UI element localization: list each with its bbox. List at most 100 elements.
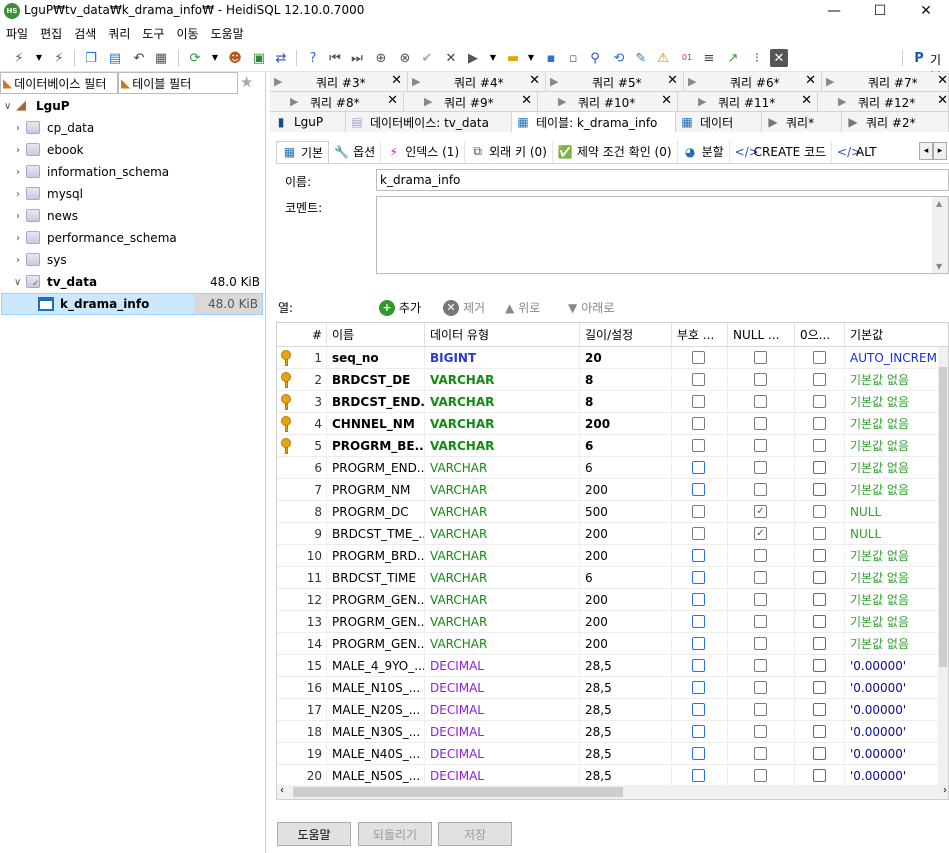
default-value-cell[interactable]: '0.00000': [845, 677, 939, 699]
header-default[interactable]: 기본값: [845, 323, 948, 347]
tab-table[interactable]: ▦ 테이블: k_drama_info: [512, 112, 676, 132]
tab-query-2[interactable]: ▶ 쿼리 #2*: [842, 112, 949, 132]
allow-null-checkbox[interactable]: [754, 703, 767, 716]
scroll-left-icon[interactable]: ◂: [919, 142, 933, 160]
column-name-cell[interactable]: MALE_N10S_...: [327, 677, 425, 699]
table-row[interactable]: 2 BRDCST_DE VARCHAR 8 기본값 없음: [277, 369, 939, 391]
header-allow-null[interactable]: NULL ...: [728, 323, 795, 347]
close-window-icon[interactable]: ✕: [903, 0, 949, 22]
datatype-cell[interactable]: VARCHAR: [425, 589, 580, 611]
close-icon[interactable]: ✕: [661, 93, 672, 108]
subtab-partitions[interactable]: ◕ 분할: [678, 140, 730, 163]
tab-query-4[interactable]: ▶ 쿼리 #4* ✕: [408, 72, 546, 92]
first-icon[interactable]: ⏮: [326, 49, 344, 67]
chevron-down-icon[interactable]: ▼: [30, 49, 48, 67]
datatype-cell[interactable]: BIGINT: [425, 347, 580, 369]
save-icon[interactable]: ▪: [542, 49, 560, 67]
length-cell[interactable]: 500: [580, 501, 672, 523]
unsigned-checkbox[interactable]: [692, 395, 705, 408]
close-icon[interactable]: ✕: [387, 93, 398, 108]
subtab-indexes[interactable]: ⚡ 인덱스 (1): [381, 140, 466, 163]
default-value-cell[interactable]: 기본값 없음: [845, 413, 939, 435]
scroll-thumb[interactable]: [293, 787, 623, 797]
open-folder-icon[interactable]: ▬: [504, 49, 522, 67]
menu-search[interactable]: 검색: [68, 25, 102, 42]
length-cell[interactable]: 200: [580, 611, 672, 633]
binary-icon[interactable]: 01: [678, 49, 696, 67]
unsigned-checkbox[interactable]: [692, 505, 705, 518]
header-unsigned[interactable]: 부호 ...: [672, 323, 728, 347]
table-comment-input[interactable]: ▲ ▼: [376, 196, 949, 274]
unsigned-checkbox[interactable]: [692, 527, 705, 540]
datatype-cell[interactable]: VARCHAR: [425, 545, 580, 567]
length-cell[interactable]: 200: [580, 589, 672, 611]
allow-null-checkbox[interactable]: [754, 351, 767, 364]
table-row[interactable]: 1 seq_no BIGINT 20 AUTO_INCREM: [277, 347, 939, 369]
length-cell[interactable]: 28,5: [580, 721, 672, 743]
scroll-right-icon[interactable]: ▸: [933, 142, 947, 160]
user-manager-icon[interactable]: ☻: [226, 49, 244, 67]
allow-null-checkbox[interactable]: [754, 725, 767, 738]
find-replace-icon[interactable]: ⟲: [610, 49, 628, 67]
zerofill-checkbox[interactable]: [813, 527, 826, 540]
header-length[interactable]: 길이/설정: [580, 323, 672, 347]
copy-icon[interactable]: ❐: [82, 49, 100, 67]
paste-icon[interactable]: ▤: [106, 49, 124, 67]
tree-item-performance-schema[interactable]: › performance_schema: [0, 227, 266, 249]
unsigned-checkbox[interactable]: [692, 681, 705, 694]
more-icon[interactable]: ⁝: [748, 49, 766, 67]
length-cell[interactable]: 8: [580, 369, 672, 391]
header-datatype[interactable]: 데이터 유형: [425, 323, 580, 347]
length-cell[interactable]: 200: [580, 523, 672, 545]
datatype-cell[interactable]: DECIMAL: [425, 677, 580, 699]
scroll-left-icon[interactable]: ‹: [280, 785, 284, 796]
length-cell[interactable]: 200: [580, 479, 672, 501]
columns-grid[interactable]: # 이름 데이터 유형 길이/설정 부호 ... NULL ... 0으... …: [276, 322, 949, 800]
unsigned-checkbox[interactable]: [692, 351, 705, 364]
zerofill-checkbox[interactable]: [813, 571, 826, 584]
datatype-cell[interactable]: DECIMAL: [425, 721, 580, 743]
help-button[interactable]: 도움말: [277, 822, 351, 846]
default-value-cell[interactable]: 기본값 없음: [845, 479, 939, 501]
default-value-cell[interactable]: 기본값 없음: [845, 633, 939, 655]
close-icon[interactable]: ✕: [667, 73, 678, 88]
unsigned-checkbox[interactable]: [692, 571, 705, 584]
length-cell[interactable]: 6: [580, 435, 672, 457]
menu-query[interactable]: 쿼리: [102, 25, 136, 42]
datatype-cell[interactable]: VARCHAR: [425, 457, 580, 479]
favorite-star-icon[interactable]: ★: [240, 73, 253, 91]
tab-query-8[interactable]: ▶ 쿼리 #8* ✕: [270, 92, 404, 112]
close-icon[interactable]: ✕: [391, 73, 402, 88]
zerofill-checkbox[interactable]: [813, 373, 826, 386]
default-value-cell[interactable]: 기본값 없음: [845, 435, 939, 457]
unsigned-checkbox[interactable]: [692, 417, 705, 430]
add-column-button[interactable]: + 추가: [379, 299, 421, 316]
allow-null-checkbox[interactable]: [754, 395, 767, 408]
header-name[interactable]: 이름: [327, 323, 425, 347]
tree-item-cp-data[interactable]: › cp_data: [0, 117, 266, 139]
column-name-cell[interactable]: PROGRM_END...: [327, 457, 425, 479]
length-cell[interactable]: 28,5: [580, 699, 672, 721]
tab-query-5[interactable]: ▶ 쿼리 #5* ✕: [546, 72, 684, 92]
datatype-cell[interactable]: VARCHAR: [425, 523, 580, 545]
post-icon[interactable]: ✔: [418, 49, 436, 67]
print-icon[interactable]: ▦: [152, 49, 170, 67]
menu-file[interactable]: 파일: [0, 25, 34, 42]
chevron-right-icon[interactable]: ›: [16, 189, 20, 200]
table-row[interactable]: 14 PROGRM_GEN... VARCHAR 200 기본값 없음: [277, 633, 939, 655]
allow-null-checkbox[interactable]: [754, 769, 767, 782]
chevron-down-icon[interactable]: ▼: [522, 49, 540, 67]
zerofill-checkbox[interactable]: [813, 659, 826, 672]
default-value-cell[interactable]: '0.00000': [845, 699, 939, 721]
revert-button[interactable]: 되돌리기: [358, 822, 432, 846]
allow-null-checkbox[interactable]: ✓: [754, 527, 767, 540]
length-cell[interactable]: 28,5: [580, 765, 672, 787]
warning-icon[interactable]: ⚠: [654, 49, 672, 67]
subtab-alter-code[interactable]: </> ALT: [832, 141, 882, 163]
unsigned-checkbox[interactable]: [692, 483, 705, 496]
table-row[interactable]: 13 PROGRM_GEN... VARCHAR 200 기본값 없음: [277, 611, 939, 633]
column-name-cell[interactable]: CHNNEL_NM: [327, 413, 425, 435]
datatype-cell[interactable]: DECIMAL: [425, 743, 580, 765]
menu-tools[interactable]: 도구: [136, 25, 170, 42]
tab-data[interactable]: ▦ 데이터: [676, 112, 762, 132]
